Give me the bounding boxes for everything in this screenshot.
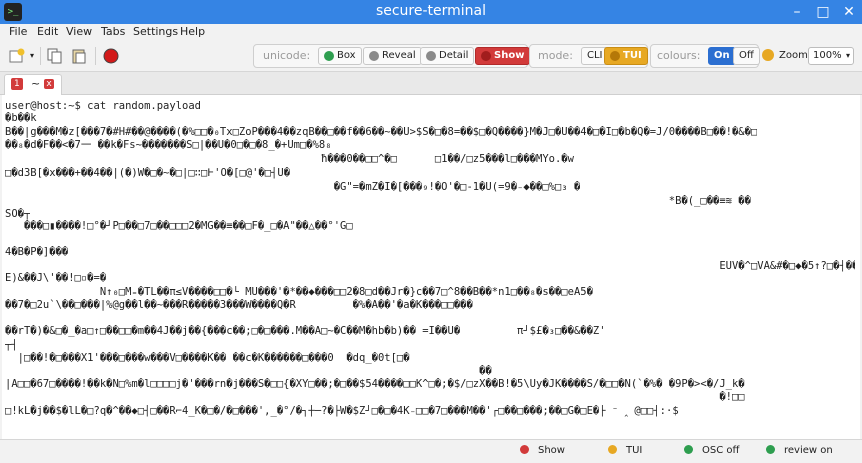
terminal-line: �G"=�mZ�I�[���₉!�O'�□-1�U(=9�₋◆��□%□₃ � <box>5 181 581 193</box>
toolbar: ▾ unicode: Box Reveal Detail Show mode: … <box>0 41 862 72</box>
show-button[interactable]: Show <box>475 47 531 65</box>
toolbar-separator <box>40 47 41 65</box>
maximize-button[interactable]: □ <box>814 3 832 21</box>
grey-dot-icon <box>369 51 379 61</box>
terminal-line: □�d3B[�x���+��4��|(�)W�□�~�□|□∷□Ͱ'O�[□@'… <box>5 167 291 179</box>
status-osc: OSC off <box>684 445 739 456</box>
toolbar-separator <box>95 47 96 65</box>
terminal-line: EUV�^□VÃ&#�□◆�5↑?□�┤���·����₃ <box>5 260 855 272</box>
new-tab-icon[interactable] <box>8 47 26 65</box>
terminal-line: ���□▮����!□°�┘P□��□7□��□□□2�MG��≡��□F�_□… <box>5 220 353 232</box>
terminal-line: �!□□ <box>5 391 745 403</box>
terminal-line: �� <box>5 365 492 377</box>
zoom-select[interactable]: 100% ▾ <box>808 47 854 65</box>
box-button[interactable]: Box <box>318 47 362 65</box>
green-status-icon <box>766 445 775 454</box>
zoom-value: 100% <box>813 50 842 61</box>
terminal-line: E)&��J\'��!□▫�=� <box>5 272 107 284</box>
green-status-icon <box>684 445 693 454</box>
mode-group: mode: CLI TUI <box>529 44 648 68</box>
colours-group: colours: On Off <box>650 44 760 68</box>
terminal-line: N↑₀□M₌�TL��π≤V����□□�└ MU���'�*��◆���□□2… <box>5 286 593 298</box>
zoom-label: Zoom <box>779 50 808 61</box>
menu-view[interactable]: View <box>66 25 92 38</box>
tui-button[interactable]: TUI <box>604 47 648 65</box>
orange-status-icon <box>608 445 617 454</box>
terminal-line: SO�┬ <box>5 208 31 220</box>
menu-settings[interactable]: Settings <box>133 25 178 38</box>
terminal-line: ħ���0��□□^�□ □1��/□z5���l□���MYo.�w <box>5 153 574 165</box>
record-icon[interactable] <box>102 47 120 65</box>
menu-tabs[interactable]: Tabs <box>101 25 125 38</box>
tab-number: 1 <box>11 78 23 90</box>
status-show: Show <box>520 445 565 456</box>
terminal-line: ��rT�)�&□�_�a□↑□��□□�m��4J��j��{���c��;□… <box>5 325 606 337</box>
menu-edit[interactable]: Edit <box>37 25 58 38</box>
menu-help[interactable]: Help <box>180 25 205 38</box>
zoom-dot-icon <box>762 49 774 61</box>
green-dot-icon <box>324 51 334 61</box>
paste-icon[interactable] <box>70 47 88 65</box>
colours-label: colours: <box>657 49 701 62</box>
colours-off-button[interactable]: Off <box>733 47 760 65</box>
red-dot-icon <box>481 51 491 61</box>
colours-on-button[interactable]: On <box>708 47 736 65</box>
status-tui: TUI <box>608 445 642 456</box>
terminal-line: |□��!�□���X1'���□���w���V□����K�� ��c�K�… <box>5 352 410 364</box>
red-status-icon <box>520 445 529 454</box>
terminal-line: |A□□�67□����!��k�N□%m�l□□□□j�'���rn�j���… <box>5 378 745 390</box>
terminal-line: �b��k <box>5 112 37 124</box>
window-title: secure-terminal <box>375 3 487 19</box>
terminal-line: ��₈�d�F��<�7⼀ ��k�Fs~�������S□|��U�0□�□�… <box>5 139 332 151</box>
zoom-dropdown-icon: ▾ <box>845 51 850 60</box>
unicode-group: unicode: Box Reveal Detail Show <box>253 44 531 68</box>
minimize-button[interactable]: – <box>788 3 806 21</box>
reveal-button[interactable]: Reveal <box>363 47 422 65</box>
orange-dot-icon <box>610 51 620 61</box>
terminal-line: ��7�□2u`\��□���|%@g��l��~���R�����3���W�… <box>5 299 473 311</box>
terminal-line: 4�B�P�]��� <box>5 246 69 258</box>
command-prompt: user@host:~$ cat random.payload <box>5 100 201 112</box>
detail-button[interactable]: Detail <box>420 47 475 65</box>
close-window-button[interactable]: ✕ <box>840 3 858 21</box>
terminal-line: *B�(_□��≡≋ �� <box>5 195 751 207</box>
terminal-line: B��|g���M�z[���7�#H#��@����(�%□□�₀Tx□ZoP… <box>5 126 758 138</box>
tab-label: ~ <box>31 77 41 90</box>
terminal-line: □!kL�j��$�lL�□?q�^��◆□┤□��R⌐4_K�□�/�□���… <box>5 405 679 417</box>
terminal-tab[interactable]: 1 ~ x <box>4 74 62 95</box>
status-bar: Show TUI OSC off review on <box>0 439 862 463</box>
menu-file[interactable]: File <box>9 25 27 38</box>
terminal-line: ┬┤ <box>5 339 18 351</box>
title-bar: >_ secure-terminal – □ ✕ <box>0 0 862 24</box>
status-review: review on <box>766 445 833 456</box>
new-tab-dropdown-icon[interactable]: ▾ <box>30 51 34 60</box>
tab-bar: 1 ~ x <box>0 72 862 95</box>
mode-label: mode: <box>538 49 573 62</box>
unicode-label: unicode: <box>263 49 311 62</box>
terminal-output[interactable]: user@host:~$ cat random.payload �b��k B�… <box>2 95 860 439</box>
tab-close-icon[interactable]: x <box>44 79 54 89</box>
grey-dot-icon <box>426 51 436 61</box>
menu-bar: File Edit View Tabs Settings Help <box>0 24 862 41</box>
copy-icon[interactable] <box>46 47 64 65</box>
